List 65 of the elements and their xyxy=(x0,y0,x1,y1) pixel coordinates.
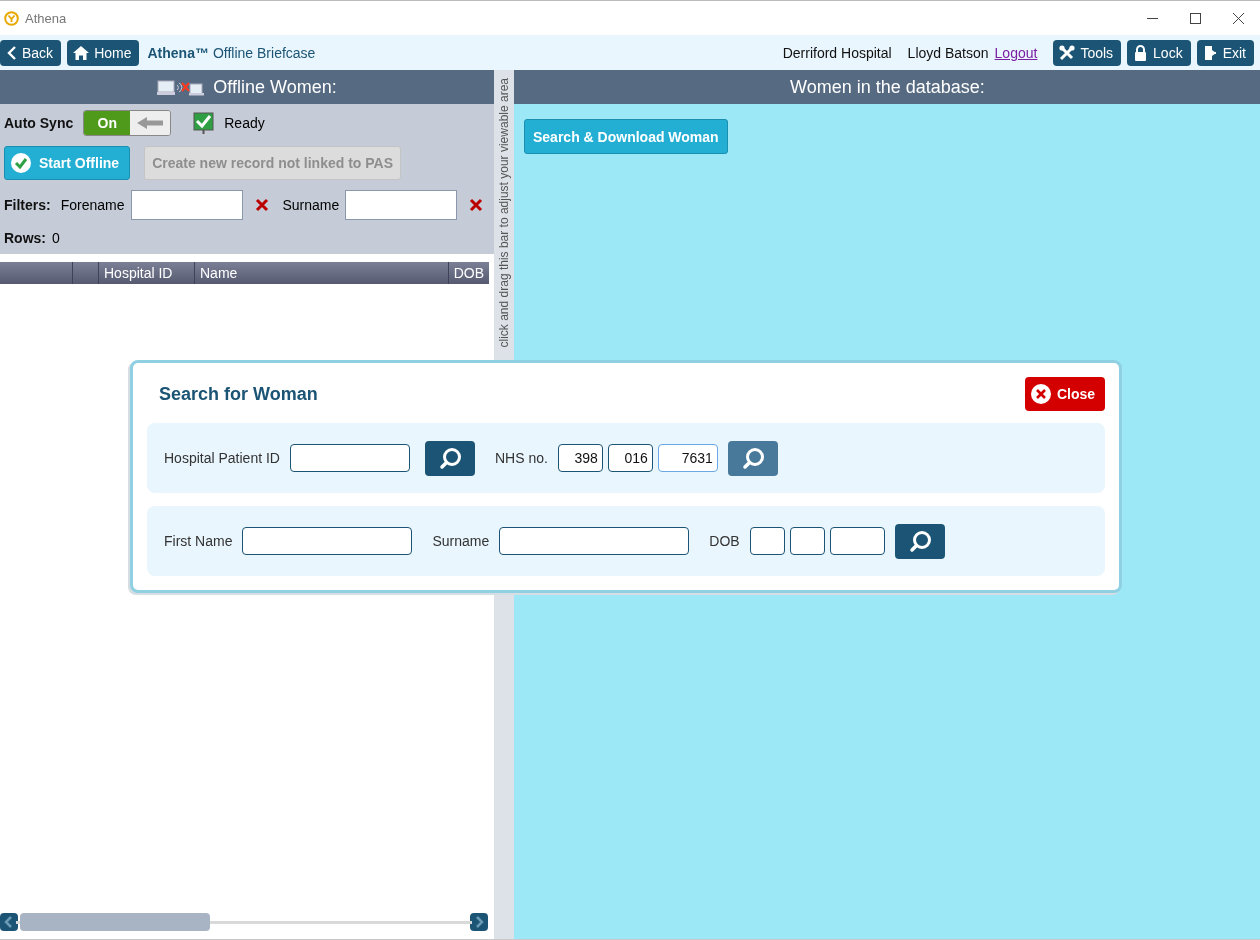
user-name: Lloyd Batson xyxy=(907,44,989,61)
lock-button[interactable]: Lock xyxy=(1127,39,1191,66)
number-input[interactable]: 016 xyxy=(607,444,653,472)
wrench-screwdriver-icon xyxy=(1059,44,1076,61)
scroll-left-icon[interactable] xyxy=(0,913,18,931)
close-button[interactable]: Close xyxy=(1024,377,1105,411)
number-input[interactable] xyxy=(829,527,885,555)
search-icon xyxy=(740,446,765,470)
app-logo-icon xyxy=(4,10,19,26)
search-icon xyxy=(907,529,932,553)
app-name: Athena™ xyxy=(147,44,209,61)
text-input[interactable] xyxy=(289,444,410,472)
home-icon xyxy=(73,44,90,61)
page-title: Offline Briefcase xyxy=(212,44,316,61)
filters-label: Filters: xyxy=(4,197,51,213)
logout-link[interactable]: Logout xyxy=(994,44,1038,61)
column-header[interactable]: DOB xyxy=(447,262,489,284)
arrow-left-icon xyxy=(137,116,164,130)
filter-input[interactable] xyxy=(130,190,243,220)
dialog-title: Search for Woman xyxy=(159,383,318,405)
rows-label: Rows: xyxy=(4,230,46,246)
field-label: Hospital Patient ID xyxy=(164,450,280,466)
clear-icon[interactable] xyxy=(254,198,269,212)
status-label: Ready xyxy=(224,115,265,131)
filter-label: Forename xyxy=(60,197,125,213)
column-header[interactable]: Name xyxy=(194,262,448,284)
number-input[interactable] xyxy=(749,527,785,555)
close-circle-icon xyxy=(1030,384,1051,404)
number-input[interactable]: 7631 xyxy=(657,444,718,472)
search-button[interactable] xyxy=(727,440,778,476)
padlock-icon xyxy=(1133,44,1149,61)
scroll-right-icon[interactable] xyxy=(470,913,488,931)
check-circle-icon xyxy=(11,153,31,173)
door-exit-icon xyxy=(1202,44,1218,61)
filter-input[interactable] xyxy=(345,190,458,220)
field-label: DOB xyxy=(709,533,740,549)
search-button[interactable] xyxy=(894,523,945,559)
field-label: First Name xyxy=(164,533,233,549)
maximize-icon xyxy=(1190,12,1201,24)
text-input[interactable] xyxy=(499,527,690,555)
auto-sync-toggle[interactable]: On xyxy=(83,110,172,136)
number-input[interactable]: 398 xyxy=(557,444,603,472)
field-label: Surname xyxy=(432,533,490,549)
column-header[interactable]: Hospital ID xyxy=(98,262,194,284)
back-button[interactable]: Back xyxy=(0,39,62,66)
chevron-left-icon xyxy=(6,44,17,61)
clear-icon[interactable] xyxy=(469,198,484,212)
search-button[interactable] xyxy=(424,440,475,476)
exit-button[interactable]: Exit xyxy=(1196,39,1254,66)
text-input[interactable] xyxy=(242,527,413,555)
panel-title: Offline Women: xyxy=(213,76,337,98)
filter-label: Surname xyxy=(282,197,340,213)
auto-sync-label: Auto Sync xyxy=(4,115,74,131)
rows-count: 0 xyxy=(52,230,60,246)
close-icon xyxy=(1233,12,1244,24)
hospital-name: Derriford Hospital xyxy=(782,44,892,61)
scrollbar-thumb[interactable] xyxy=(20,913,210,931)
number-input[interactable] xyxy=(789,527,825,555)
panel-title: Women in the database: xyxy=(790,76,985,98)
offline-computers-icon xyxy=(157,78,206,96)
home-button[interactable]: Home xyxy=(67,39,140,66)
field-label: NHS no. xyxy=(494,450,548,466)
tools-button[interactable]: Tools xyxy=(1053,39,1122,66)
search-icon xyxy=(437,446,462,470)
window-title: Athena xyxy=(25,10,68,26)
